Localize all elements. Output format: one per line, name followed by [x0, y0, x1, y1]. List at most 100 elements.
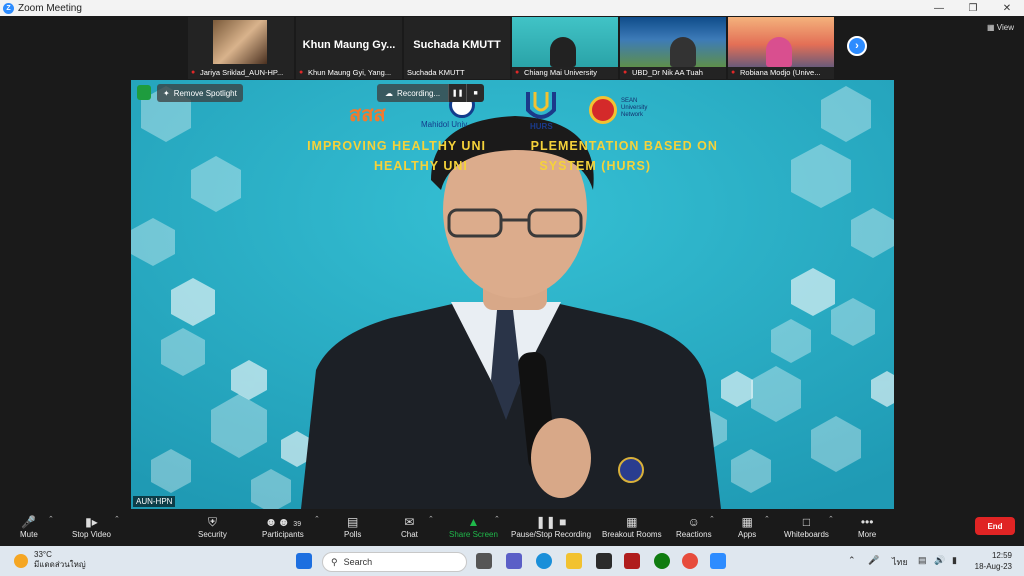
video-options-caret[interactable]: ⌃ [114, 515, 120, 523]
recording-label: Recording... [397, 88, 441, 98]
share-options-caret[interactable]: ⌃ [494, 515, 500, 523]
slide-title: IMPROVING HEALTHY UNI PLEMENTATION BASED… [131, 136, 894, 176]
meeting-toolbar: 🎤 Mute ⌃ ▮▸ Stop Video ⌃ ⛨ Security ☻☻ 3… [0, 510, 1024, 546]
participant-tile[interactable]: ● Robiana Modjo (Unive... [728, 17, 834, 79]
participant-tile[interactable]: Suchada KMUTT Suchada KMUTT [404, 17, 510, 79]
bar-chart-icon: ▤ [347, 515, 359, 529]
meeting-stage: ● Jariya Sriklad_AUN-HP... Khun Maung Gy… [0, 16, 1024, 510]
chat-options-caret[interactable]: ⌃ [428, 515, 434, 523]
participant-tile[interactable]: ● Chiang Mai University [512, 17, 618, 79]
stop-recording-button[interactable]: ■ [466, 84, 485, 102]
search-label: Search [343, 557, 373, 567]
share-screen-button[interactable]: ▲ Share Screen [449, 514, 498, 539]
teams-chat-icon[interactable] [506, 553, 522, 569]
participant-tile[interactable]: ● Jariya Sriklad_AUN-HP... [188, 17, 294, 79]
microphone-icon: 🎤 [21, 515, 37, 529]
mute-label: Mute [20, 530, 38, 539]
battery-icon[interactable]: ▮ [952, 555, 957, 566]
tray-mic-icon[interactable]: 🎤 [868, 555, 879, 566]
cloud-icon: ☁ [385, 88, 393, 98]
tray-overflow-icon[interactable]: ⌃ [848, 555, 856, 566]
apps-icon: ▦ [741, 515, 753, 529]
more-button[interactable]: ••• More [858, 514, 876, 539]
participant-name: Suchada KMUTT [407, 68, 465, 77]
app-icon[interactable] [624, 553, 640, 569]
participant-tile[interactable]: Khun Maung Gy... ● Khun Maung Gyi, Yang.… [296, 17, 402, 79]
file-explorer-icon[interactable] [566, 553, 582, 569]
participants-count: 39 [293, 521, 302, 528]
stop-video-button[interactable]: ▮▸ Stop Video [72, 514, 111, 539]
participants-options-caret[interactable]: ⌃ [314, 515, 320, 523]
minimize-button[interactable]: — [922, 3, 956, 14]
security-label: Security [198, 530, 227, 539]
windows-taskbar: 33°C มีแดดส่วนใหญ่ ⚲ Search ⌃ 🎤 ไทย ▤ 🔊 … [0, 546, 1024, 576]
smiley-icon: ☺ [687, 515, 700, 529]
mute-button[interactable]: 🎤 Mute [20, 514, 38, 539]
breakout-rooms-button[interactable]: ▦ Breakout Rooms [602, 514, 662, 539]
clock-date: 18-Aug-23 [974, 562, 1012, 571]
apps-button[interactable]: ▦ Apps [738, 514, 756, 539]
pause-recording-button[interactable]: ❚❚ [448, 84, 467, 102]
taskbar-clock[interactable]: 12:59 18-Aug-23 [975, 550, 1012, 572]
recording-status: ☁ Recording... [377, 84, 449, 102]
slide-title-line-2: HEALTHY UNI SYSTEM (HURS) [373, 159, 652, 173]
zoom-taskbar-icon[interactable] [710, 553, 726, 569]
security-shield-icon[interactable] [137, 85, 151, 100]
asean-logo-text: SEAN University Network [621, 98, 648, 118]
store-icon[interactable] [596, 553, 612, 569]
recording-indicator: ☁ Recording... ❚❚ ■ [377, 84, 485, 102]
asean-logo-icon [589, 96, 617, 124]
shield-icon: ⛨ [207, 515, 217, 529]
next-page-button[interactable]: › [847, 36, 867, 56]
thaihealth-logo: สสส [349, 104, 386, 126]
participant-name: Robiana Modjo (Unive... [740, 68, 821, 77]
pause-stop-icon: ❚❚ ■ [535, 515, 567, 529]
chat-label: Chat [401, 530, 418, 539]
security-button[interactable]: ⛨ Security [198, 514, 227, 539]
chat-button[interactable]: ✉ Chat [401, 514, 418, 539]
apps-options-caret[interactable]: ⌃ [764, 515, 770, 523]
people-icon: ☻☻ 39 [264, 515, 302, 529]
audio-options-caret[interactable]: ⌃ [48, 515, 54, 523]
chrome-icon[interactable] [682, 553, 698, 569]
weather-temp: 33°C [34, 550, 52, 559]
volume-icon[interactable]: 🔊 [934, 555, 945, 566]
whiteboards-options-caret[interactable]: ⌃ [828, 515, 834, 523]
taskbar-search[interactable]: ⚲ Search [322, 552, 467, 572]
stop-video-label: Stop Video [72, 530, 111, 539]
clock-time: 12:59 [991, 551, 1012, 560]
end-meeting-button[interactable]: End [975, 517, 1015, 535]
network-icon[interactable]: ▤ [918, 555, 927, 566]
remove-spotlight-button[interactable]: ✦ Remove Spotlight [157, 84, 243, 102]
participant-strip: ● Jariya Sriklad_AUN-HP... Khun Maung Gy… [188, 17, 834, 79]
mahidol-logo-text: Mahidol Univ [421, 120, 468, 129]
close-button[interactable]: ✕ [990, 3, 1024, 14]
view-button[interactable]: ▦ View [987, 23, 1014, 32]
input-language[interactable]: ไทย [892, 555, 908, 569]
participant-display-name: Suchada KMUTT [413, 39, 501, 51]
reactions-button[interactable]: ☺ Reactions [676, 514, 712, 539]
weather-widget[interactable]: 33°C มีแดดส่วนใหญ่ [34, 550, 86, 570]
participant-tile[interactable]: ● UBD_Dr Nik AA Tuah [620, 17, 726, 79]
share-screen-icon: ▲ [467, 515, 480, 529]
start-menu-icon[interactable] [296, 553, 312, 569]
xbox-icon[interactable] [654, 553, 670, 569]
whiteboard-icon: □ [802, 515, 811, 529]
whiteboards-button[interactable]: □ Whiteboards [784, 514, 829, 539]
participant-display-name: Khun Maung Gy... [302, 39, 396, 51]
participants-button[interactable]: ☻☻ 39 Participants [262, 514, 304, 539]
participant-photo [213, 20, 267, 64]
pause-stop-recording-button[interactable]: ❚❚ ■ Pause/Stop Recording [511, 514, 591, 539]
edge-browser-icon[interactable] [536, 553, 552, 569]
reactions-options-caret[interactable]: ⌃ [709, 515, 715, 523]
pause-recording-label: Pause/Stop Recording [511, 530, 592, 539]
breakout-label: Breakout Rooms [602, 530, 662, 539]
participant-figure [550, 37, 576, 67]
maximize-button[interactable]: ❐ [956, 3, 990, 14]
weather-desc: มีแดดส่วนใหญ่ [34, 560, 86, 569]
grid-icon: ▦ [626, 515, 638, 529]
reactions-label: Reactions [676, 530, 712, 539]
weather-sun-icon [14, 554, 28, 568]
task-view-icon[interactable] [476, 553, 492, 569]
polls-button[interactable]: ▤ Polls [344, 514, 361, 539]
